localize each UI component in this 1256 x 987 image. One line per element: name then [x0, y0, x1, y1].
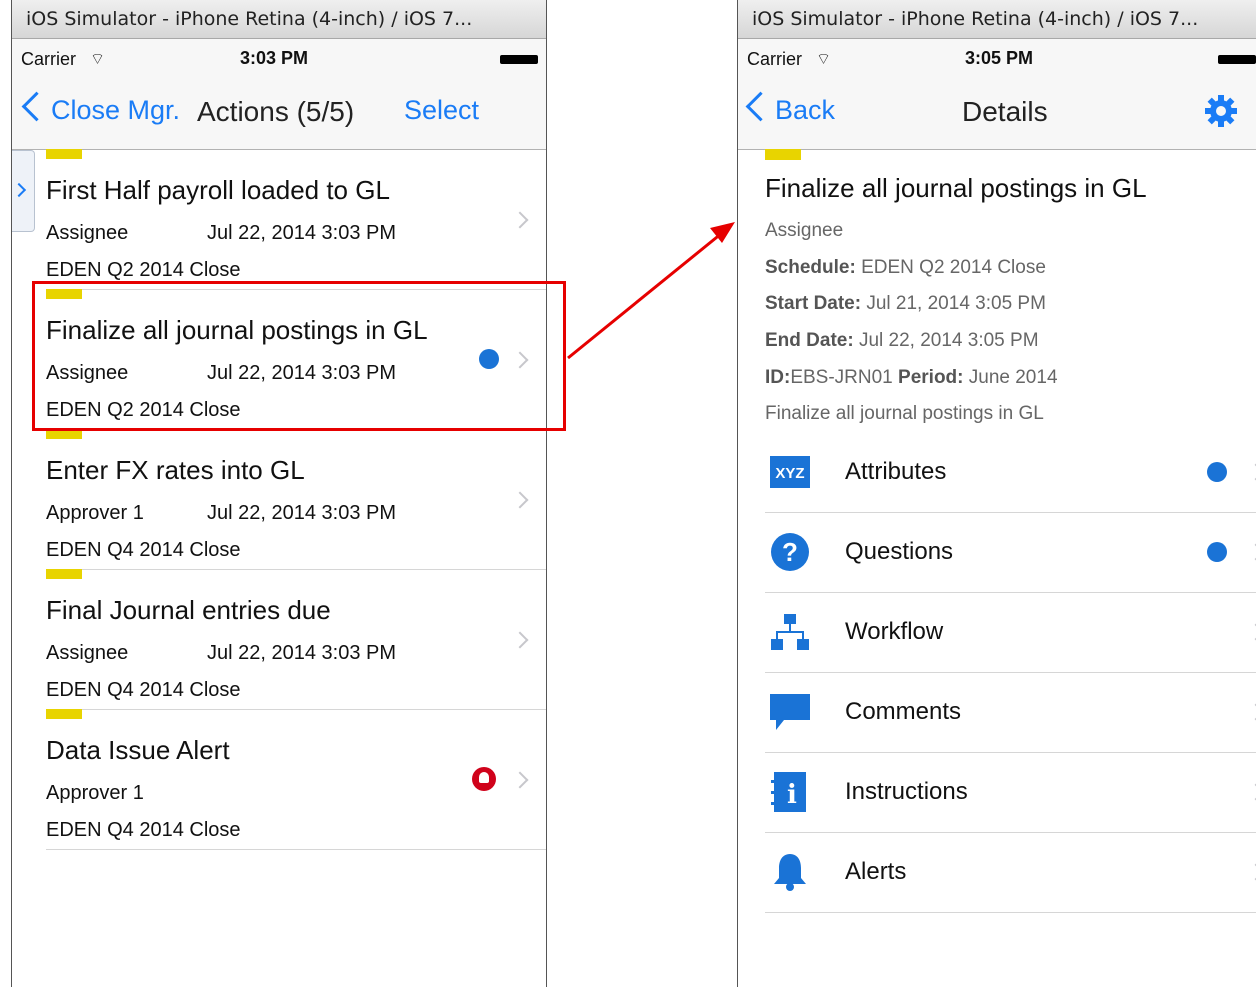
annotation-arrow — [567, 222, 735, 360]
